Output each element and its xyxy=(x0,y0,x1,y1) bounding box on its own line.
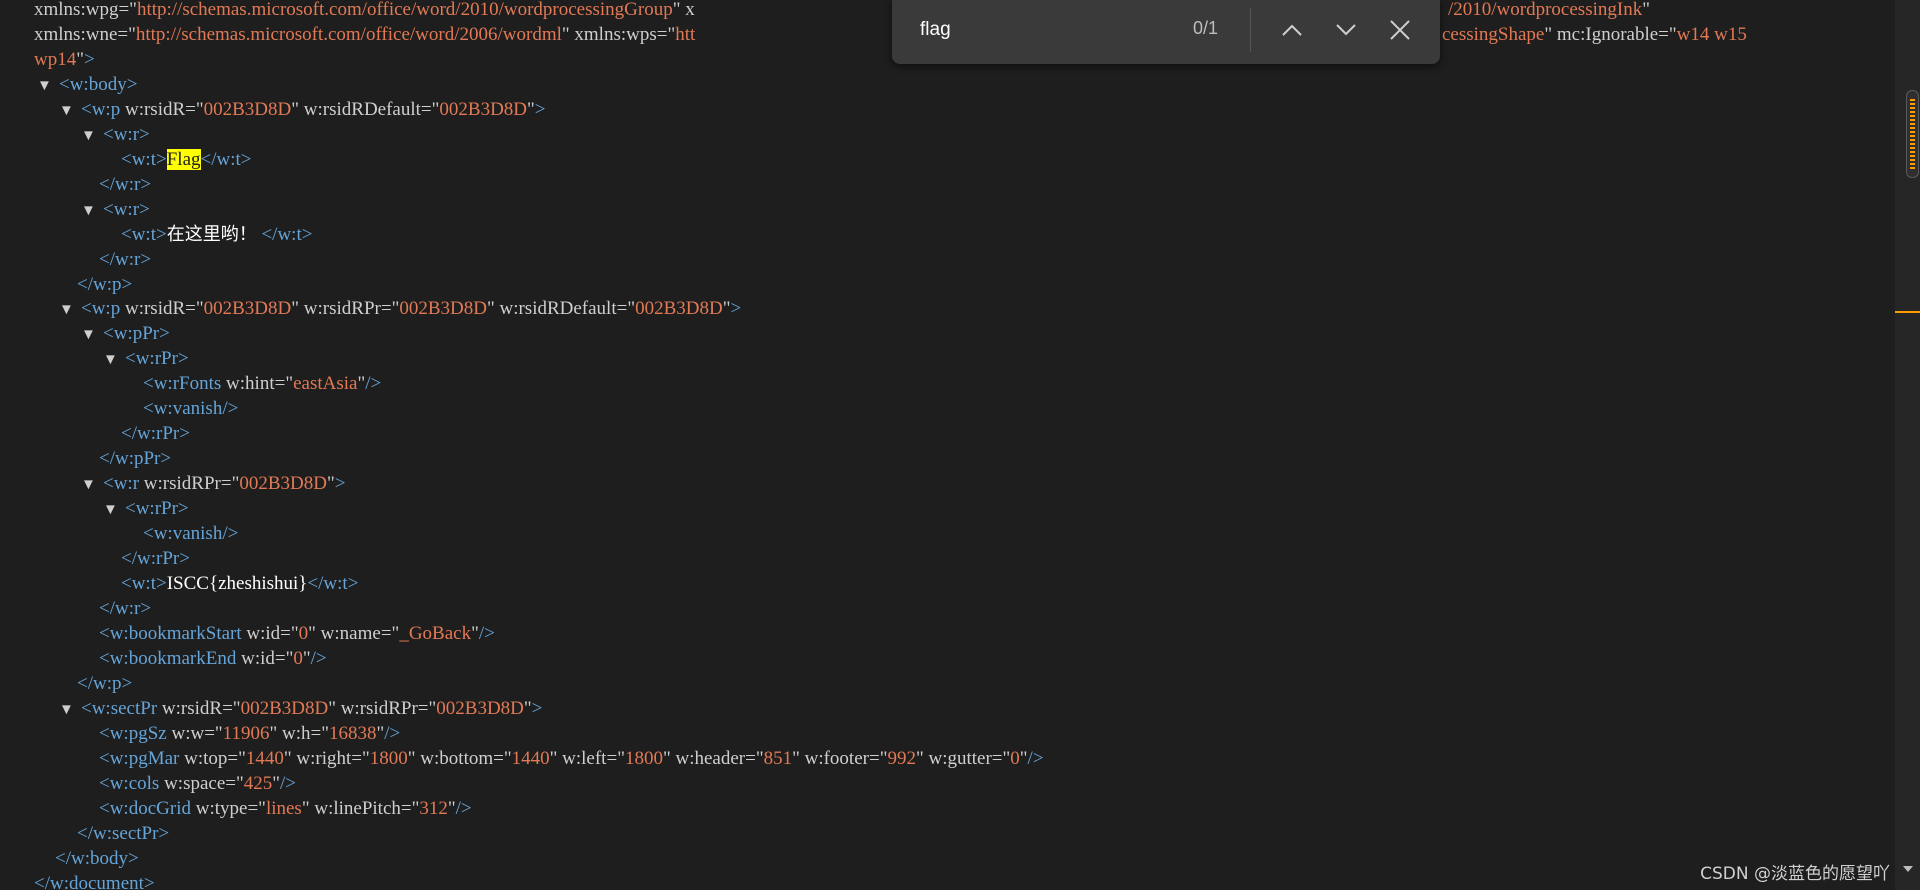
triangle-down-icon[interactable]: ▼ xyxy=(103,498,125,523)
scrollbar-marks xyxy=(1910,99,1915,169)
chevron-up-icon xyxy=(1282,24,1302,36)
triangle-down-icon[interactable]: ▼ xyxy=(81,199,103,224)
code-line: </w:pPr> xyxy=(99,448,172,469)
code-line: <w:t>在这里哟！ </w:t> xyxy=(121,224,313,245)
xml-code-view: xmlns:wpg="http://schemas.microsoft.com/… xyxy=(0,0,1895,890)
ns-wpg-value: http://schemas.microsoft.com/office/word… xyxy=(136,0,673,20)
code-line: <w:bookmarkStart w:id="0" w:name="_GoBac… xyxy=(99,623,495,644)
triangle-down-icon[interactable]: ▼ xyxy=(81,323,103,348)
triangle-down-icon[interactable]: ▼ xyxy=(103,348,125,373)
chevron-down-icon xyxy=(1336,24,1356,36)
code-line: <w:t>Flag</w:t> xyxy=(121,149,252,170)
code-line: <w:pgSz w:w="11906" w:h="16838"/> xyxy=(99,723,401,744)
find-bar: 0/1 xyxy=(892,0,1440,64)
hidden-flag-text: ISCC{zheshishui} xyxy=(166,573,308,594)
find-input[interactable] xyxy=(918,14,1162,46)
code-line: </w:p> xyxy=(77,274,133,295)
triangle-down-icon[interactable]: ▼ xyxy=(59,99,81,124)
triangle-down-icon[interactable]: ▼ xyxy=(81,124,103,149)
code-line: <w:rFonts w:hint="eastAsia"/> xyxy=(143,373,382,394)
ns-wpi-tail: /2010/wordprocessingInk xyxy=(1448,0,1643,20)
code-line: </w:document> xyxy=(34,873,155,890)
code-line: /2010/wordprocessingInk" xyxy=(1448,0,1650,20)
code-line[interactable]: ▼ <w:rPr> xyxy=(103,346,189,371)
close-icon xyxy=(1390,20,1410,40)
code-line[interactable]: ▼ <w:rPr> xyxy=(103,496,189,521)
vertical-scrollbar[interactable] xyxy=(1895,0,1920,890)
code-line: </w:p> xyxy=(77,673,133,694)
find-result-marker xyxy=(1895,311,1920,313)
code-line[interactable]: ▼ <w:sectPr w:rsidR="002B3D8D" w:rsidRPr=… xyxy=(59,696,542,721)
triangle-down-icon[interactable]: ▼ xyxy=(59,698,81,723)
ns-wne-value: http://schemas.microsoft.com/office/word… xyxy=(135,24,562,45)
code-line: </w:rPr> xyxy=(121,548,190,569)
triangle-down-icon[interactable]: ▼ xyxy=(59,298,81,323)
code-line: <w:pgMar w:top="1440" w:right="1800" w:b… xyxy=(99,748,1044,769)
code-line: </w:sectPr> xyxy=(77,823,170,844)
code-line[interactable]: ▼ <w:r> xyxy=(81,197,150,222)
triangle-down-icon[interactable]: ▼ xyxy=(37,74,59,99)
code-line: <w:cols w:space="425"/> xyxy=(99,773,297,794)
code-line: </w:rPr> xyxy=(121,423,190,444)
match-count: 0/1 xyxy=(1193,18,1219,38)
code-line: </w:r> xyxy=(99,249,152,270)
code-line: </w:r> xyxy=(99,174,152,195)
divider xyxy=(1250,8,1251,52)
code-line: <w:vanish/> xyxy=(143,523,239,544)
code-line: cessingShape" mc:Ignorable="w14 w15 xyxy=(1442,24,1747,45)
code-line[interactable]: ▼ <w:p w:rsidR="002B3D8D" w:rsidRDefault=… xyxy=(59,97,546,122)
code-line[interactable]: ▼ <w:pPr> xyxy=(81,321,170,346)
close-find-button[interactable] xyxy=(1382,12,1418,48)
code-line: wp14"> xyxy=(34,49,95,70)
ns-wps-head: htt xyxy=(675,24,696,45)
shape-tail: cessingShape xyxy=(1442,24,1545,45)
code-line: <w:bookmarkEnd w:id="0"/> xyxy=(99,648,327,669)
code-line[interactable]: ▼ <w:r> xyxy=(81,122,150,147)
code-line: </w:body> xyxy=(55,848,139,869)
triangle-down-icon[interactable]: ▼ xyxy=(81,473,103,498)
code-line: xmlns:wpg="http://schemas.microsoft.com/… xyxy=(34,0,695,20)
code-line[interactable]: ▼ <w:body> xyxy=(37,72,137,97)
watermark: CSDN @淡蓝色的愿望吖 xyxy=(1700,864,1890,884)
find-previous-button[interactable] xyxy=(1274,12,1310,48)
code-line: </w:r> xyxy=(99,598,152,619)
xml-viewer: xmlns:wpg="http://schemas.microsoft.com/… xyxy=(0,0,1920,890)
find-next-button[interactable] xyxy=(1328,12,1364,48)
code-line: xmlns:wne="http://schemas.microsoft.com/… xyxy=(34,24,696,45)
scrollbar-thumb[interactable] xyxy=(1906,90,1919,178)
code-line: <w:docGrid w:type="lines" w:linePitch="3… xyxy=(99,798,472,819)
code-line[interactable]: ▼ <w:p w:rsidR="002B3D8D" w:rsidRPr="002B… xyxy=(59,296,741,321)
scroll-down-arrow-icon[interactable] xyxy=(1903,866,1913,872)
code-line: <w:t>ISCC{zheshishui}</w:t> xyxy=(121,573,359,594)
code-line: <w:vanish/> xyxy=(143,398,239,419)
search-highlight: Flag xyxy=(166,149,201,170)
code-line[interactable]: ▼ <w:r w:rsidRPr="002B3D8D"> xyxy=(81,471,345,496)
